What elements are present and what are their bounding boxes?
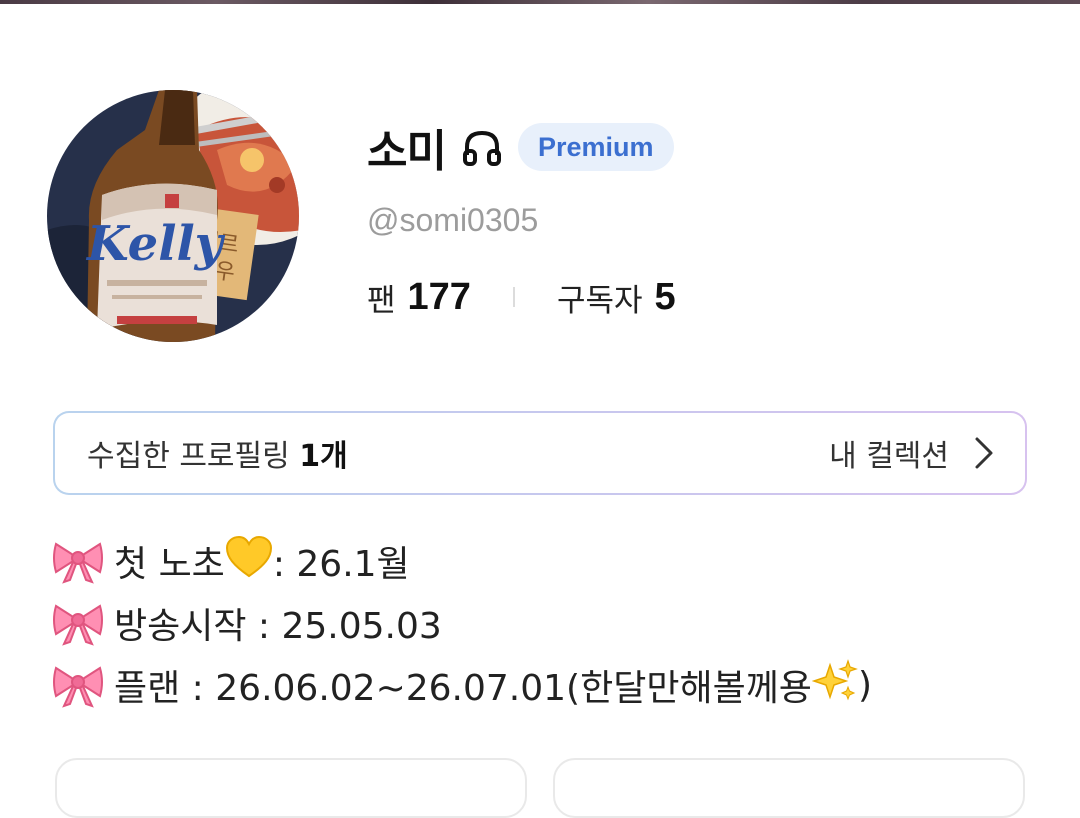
ribbon-icon [52, 662, 104, 708]
profile-bio: 첫 노초 : 26.1월 방송시작 : 25.05.03 플랜: 26.06.… [52, 530, 1052, 716]
my-collection-label: 내 컬렉션 [829, 439, 949, 474]
sparkles-icon [811, 658, 858, 712]
collection-count: 1개 [299, 439, 348, 474]
avatar-photo: 생르 새우 Kelly [47, 90, 299, 342]
collection-summary: 수집한 프로필링 1개 [87, 431, 348, 475]
ribbon-icon [52, 538, 104, 584]
profile-stats: 팬 177 구독자 5 [367, 272, 676, 322]
bio-line-broadcast-start: 방송시작 : 25.05.03 [52, 592, 1052, 654]
bio-line-text: 플랜 : 26.06.02~26.07.01(한달만해볼께용 [114, 668, 812, 709]
bio-line-first-nocho: 첫 노초 : 26.1월 [52, 530, 1052, 592]
ribbon-icon [52, 600, 104, 646]
bio-line-text: ) [857, 664, 872, 706]
svg-text:Kelly: Kelly [85, 216, 226, 272]
fans-count[interactable]: 177 [408, 276, 471, 319]
subscribers-count[interactable]: 5 [655, 276, 676, 319]
collection-label: 수집한 프로필링 [87, 439, 290, 474]
bio-line-plan: 플랜 : 26.06.02~26.07.01(한달만해볼께용 ) [52, 654, 1052, 716]
premium-badge[interactable]: Premium [517, 123, 674, 171]
headphones-icon [460, 125, 504, 169]
action-card-left[interactable] [55, 758, 527, 818]
bio-line-text: 첫 노초 [114, 544, 225, 585]
profile-avatar[interactable]: 생르 새우 Kelly [47, 90, 299, 342]
yellow-heart-icon [225, 535, 273, 588]
profile-display-name: 소미 [367, 126, 447, 177]
collection-card[interactable]: 수집한 프로필링 1개 내 컬렉션 [53, 411, 1027, 495]
subscribers-label[interactable]: 구독자 [557, 275, 643, 320]
my-collection-link[interactable]: 내 컬렉션 [829, 431, 995, 475]
profile-name-row: 소미 Premium [367, 116, 674, 178]
stats-divider [512, 287, 515, 307]
action-card-right[interactable] [553, 758, 1025, 818]
bio-line-text: 방송시작 : 25.05.03 [114, 606, 442, 647]
profile-handle: @somi0305 [367, 202, 539, 238]
fans-label[interactable]: 팬 [367, 275, 396, 320]
header-image-strip [0, 0, 1080, 4]
chevron-right-icon [973, 435, 995, 471]
bio-line-text: : 26.1월 [272, 544, 410, 585]
